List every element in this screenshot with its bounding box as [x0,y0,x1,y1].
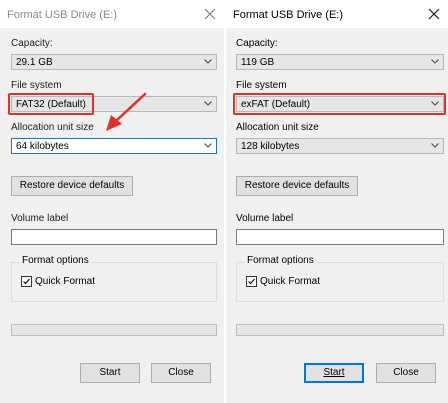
annotation-arrow [106,92,147,131]
